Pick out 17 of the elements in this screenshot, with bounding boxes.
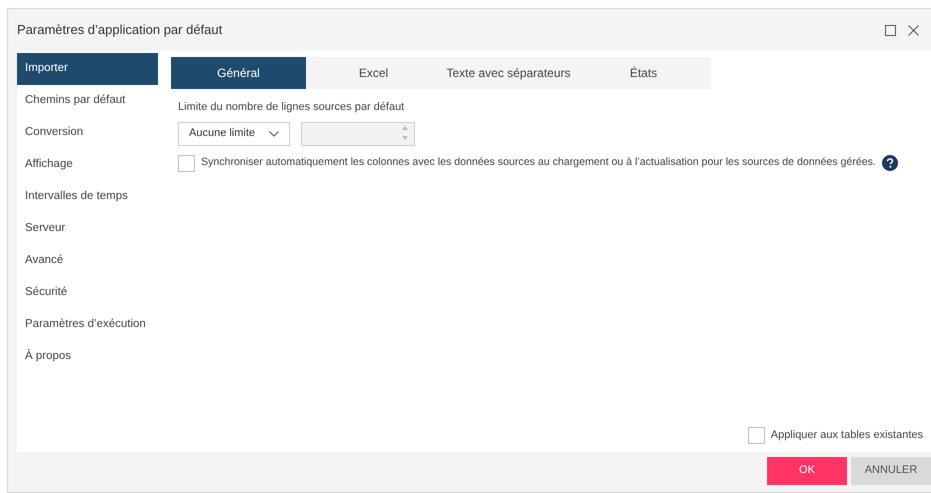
apply-option-label: Appliquer aux tables existantes xyxy=(770,428,923,444)
cancel-button[interactable]: ANNULER xyxy=(851,456,931,484)
sync-option-label: Synchroniser automatiquement les colonnes avec les données sources au chargement ou à l’actualisation pour les sources de données gérées. xyxy=(201,155,876,170)
close-icon xyxy=(908,24,919,36)
window-title: Paramètres d’application par défaut xyxy=(17,21,224,40)
row-limit-dropdown[interactable]: Aucune limite xyxy=(178,122,290,146)
sync-checkbox[interactable] xyxy=(178,154,195,172)
sidebar-item[interactable]: Importer xyxy=(17,53,158,85)
help-icon[interactable] xyxy=(882,155,898,171)
maximize-button[interactable] xyxy=(885,24,896,36)
chevron-down-icon xyxy=(269,130,279,136)
close-button[interactable] xyxy=(908,24,919,36)
ok-button[interactable]: OK xyxy=(767,456,847,484)
apply-checkbox[interactable] xyxy=(748,427,765,444)
maximize-icon xyxy=(885,24,896,36)
field-label: Limite du nombre de lignes sources par défaut xyxy=(178,100,406,115)
tab[interactable]: Général xyxy=(171,57,306,89)
